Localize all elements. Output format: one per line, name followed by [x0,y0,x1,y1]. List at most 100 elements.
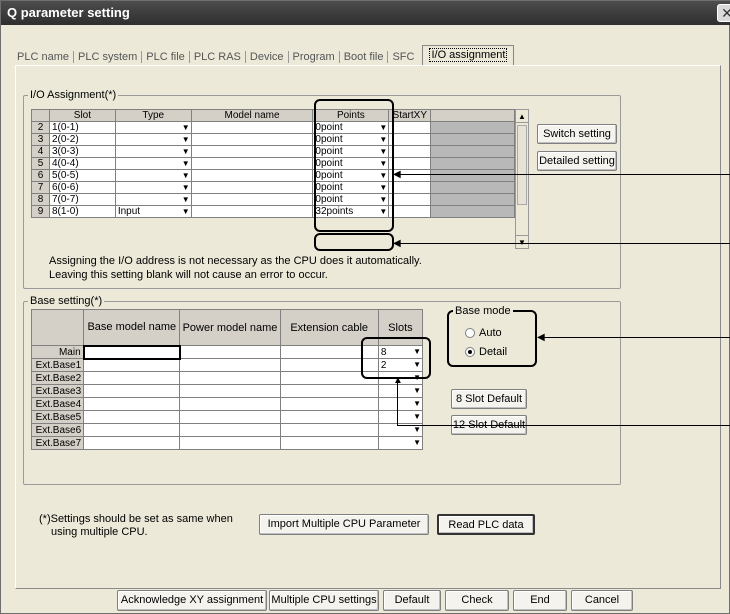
startxy-input[interactable] [388,145,432,158]
base-mode-detail-radio[interactable]: Detail [465,346,507,358]
type-select[interactable]: Input ▼ [114,205,192,218]
detailed-setting-button[interactable]: Detailed setting [537,151,617,171]
chevron-down-icon[interactable]: ▼ [413,385,421,397]
type-select[interactable]: ▼ [114,145,192,158]
table-row: 4 3(0-3) ▼ 0point ▼ [31,145,515,158]
base-row-label: Ext.Base4 [30,397,85,411]
chevron-down-icon[interactable]: ▼ [182,123,190,133]
chevron-down-icon[interactable]: ▼ [182,195,190,205]
end-button[interactable]: End [513,590,567,611]
tab-sfc[interactable]: SFC [387,51,418,63]
read-plc-data-button[interactable]: Read PLC data [437,514,535,535]
slots-select[interactable]: ▼ [377,436,424,450]
slots-select[interactable]: ▼ [377,397,424,411]
startxy-input[interactable] [388,205,432,218]
power-model-input[interactable] [179,371,281,385]
model-name-input[interactable] [190,133,314,146]
chevron-down-icon[interactable]: ▼ [182,147,190,157]
chevron-down-icon[interactable]: ▼ [182,207,190,217]
model-name-input[interactable] [190,157,314,170]
switch-setting-button[interactable]: Switch setting [537,124,617,144]
chevron-down-icon[interactable]: ▼ [413,398,421,410]
power-model-input[interactable] [179,410,281,424]
type-select[interactable]: ▼ [114,193,192,206]
type-select[interactable]: ▼ [114,157,192,170]
footnote-line2: using multiple CPU. [51,526,148,538]
type-select[interactable]: ▼ [114,181,192,194]
power-model-input[interactable] [179,436,281,450]
io-note-line1: Assigning the I/O address is not necessa… [49,255,422,267]
tab-boot-file[interactable]: Boot file [338,51,388,63]
base-model-input[interactable] [83,436,181,450]
base-mode-legend: Base mode [455,305,511,317]
model-name-input[interactable] [190,193,314,206]
scroll-down-icon[interactable]: ▼ [516,235,528,248]
chevron-down-icon[interactable]: ▼ [182,171,190,181]
type-select[interactable]: ▼ [114,121,192,134]
tab-plc-ras[interactable]: PLC RAS [188,51,245,63]
model-name-input[interactable] [190,145,314,158]
power-model-input[interactable] [179,397,281,411]
tab-io-assignment[interactable]: I/O assignment [422,45,515,65]
disabled-cell [430,133,515,146]
base-row-label: Ext.Base2 [30,371,85,385]
extension-cable-input[interactable] [279,423,379,437]
chevron-down-icon[interactable]: ▼ [182,135,190,145]
startxy-input[interactable] [388,193,432,206]
chevron-down-icon[interactable]: ▼ [182,183,190,193]
base-model-input[interactable] [83,358,181,372]
acknowledge-xy-button[interactable]: Acknowledge XY assignment [117,590,267,611]
chevron-down-icon[interactable]: ▼ [413,411,421,423]
multiple-cpu-settings-button[interactable]: Multiple CPU settings [269,590,379,611]
model-name-input[interactable] [190,121,314,134]
base-model-input[interactable] [83,397,181,411]
disabled-cell [430,193,515,206]
type-select[interactable]: ▼ [114,169,192,182]
startxy-input[interactable] [388,181,432,194]
arrow-left-icon: ◀ [393,169,401,180]
radio-auto-icon[interactable] [465,328,475,339]
power-model-input[interactable] [179,423,281,437]
base-model-input[interactable] [83,371,181,385]
power-model-input[interactable] [179,384,281,398]
base-mode-auto-radio[interactable]: Auto [465,327,502,339]
tab-plc-system[interactable]: PLC system [72,51,141,63]
power-model-input[interactable] [179,345,281,359]
extension-cable-input[interactable] [279,436,379,450]
tab-device[interactable]: Device [244,51,288,63]
slots-select[interactable]: ▼ [377,410,424,424]
model-name-input[interactable] [190,181,314,194]
base-model-input[interactable] [82,344,181,360]
io-table-scrollbar[interactable]: ▲ ▼ [515,109,529,249]
model-name-input[interactable] [190,169,314,182]
slot-cell: 3(0-3) [48,145,116,158]
tab-plc-file[interactable]: PLC file [141,51,189,63]
check-button[interactable]: Check [445,590,509,611]
chevron-down-icon[interactable]: ▼ [182,159,190,169]
scroll-up-icon[interactable]: ▲ [516,110,528,123]
power-model-input[interactable] [179,358,281,372]
scroll-thumb[interactable] [517,125,527,205]
base-model-input[interactable] [83,423,181,437]
cancel-button[interactable]: Cancel [571,590,633,611]
startxy-input[interactable] [388,121,432,134]
radio-detail-icon[interactable] [465,347,475,358]
type-select[interactable]: ▼ [114,133,192,146]
tab-program[interactable]: Program [287,51,339,63]
startxy-input[interactable] [388,133,432,146]
default-button[interactable]: Default [383,590,441,611]
base-model-input[interactable] [83,410,181,424]
tab-plc-name[interactable]: PLC name [17,51,73,63]
close-icon[interactable]: ✕ [717,4,730,22]
extension-cable-input[interactable] [279,397,379,411]
startxy-input[interactable] [388,157,432,170]
extension-cable-input[interactable] [279,410,379,424]
chevron-down-icon[interactable]: ▼ [413,437,421,449]
arrow-left-icon: ◀ [393,238,401,249]
extension-cable-input[interactable] [279,384,379,398]
base-model-input[interactable] [83,384,181,398]
slots-select[interactable]: ▼ [377,384,424,398]
model-name-input[interactable] [190,205,314,218]
slot8-default-button[interactable]: 8 Slot Default [451,389,527,409]
import-multiple-cpu-button[interactable]: Import Multiple CPU Parameter [259,514,429,535]
